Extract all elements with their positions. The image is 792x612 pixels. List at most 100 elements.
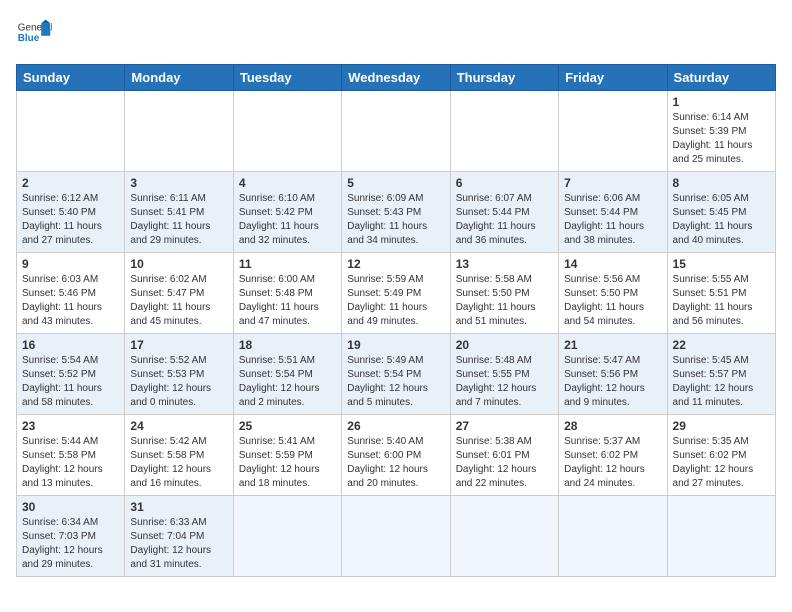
day-info: Sunrise: 5:56 AM Sunset: 5:50 PM Dayligh… [564, 273, 661, 329]
day-number: 19 [347, 338, 444, 352]
calendar-table: SundayMondayTuesdayWednesdayThursdayFrid… [16, 64, 776, 577]
calendar-cell [559, 91, 667, 172]
day-number: 23 [22, 419, 119, 433]
calendar-week-row: 23 Sunrise: 5:44 AM Sunset: 5:58 PM Dayli… [17, 415, 776, 496]
day-number: 6 [456, 176, 553, 190]
day-info: Sunrise: 5:51 AM Sunset: 5:54 PM Dayligh… [239, 354, 336, 410]
day-info: Sunrise: 5:38 AM Sunset: 6:01 PM Dayligh… [456, 435, 553, 491]
day-number: 15 [673, 257, 770, 271]
day-info: Sunrise: 5:48 AM Sunset: 5:55 PM Dayligh… [456, 354, 553, 410]
calendar-cell: 18 Sunrise: 5:51 AM Sunset: 5:54 PM Dayli… [233, 334, 341, 415]
day-number: 9 [22, 257, 119, 271]
calendar-cell: 14 Sunrise: 5:56 AM Sunset: 5:50 PM Dayli… [559, 253, 667, 334]
day-number: 4 [239, 176, 336, 190]
calendar-cell: 20Sunrise: 5:48 AM Sunset: 5:55 PM Dayli… [450, 334, 558, 415]
day-info: Sunrise: 5:42 AM Sunset: 5:58 PM Dayligh… [130, 435, 227, 491]
day-info: Sunrise: 6:33 AM Sunset: 7:04 PM Dayligh… [130, 516, 227, 572]
calendar-cell: 27 Sunrise: 5:38 AM Sunset: 6:01 PM Dayli… [450, 415, 558, 496]
day-number: 12 [347, 257, 444, 271]
day-info: Sunrise: 5:52 AM Sunset: 5:53 PM Dayligh… [130, 354, 227, 410]
day-number: 27 [456, 419, 553, 433]
day-number: 17 [130, 338, 227, 352]
calendar-week-row: 2 Sunrise: 6:12 AM Sunset: 5:40 PM Daylig… [17, 172, 776, 253]
calendar-cell: 13Sunrise: 5:58 AM Sunset: 5:50 PM Dayli… [450, 253, 558, 334]
calendar-week-row: 9 Sunrise: 6:03 AM Sunset: 5:46 PM Daylig… [17, 253, 776, 334]
header: General Blue [16, 16, 776, 52]
calendar-cell [450, 496, 558, 577]
day-info: Sunrise: 5:44 AM Sunset: 5:58 PM Dayligh… [22, 435, 119, 491]
day-info: Sunrise: 6:09 AM Sunset: 5:43 PM Dayligh… [347, 192, 444, 248]
day-info: Sunrise: 5:41 AM Sunset: 5:59 PM Dayligh… [239, 435, 336, 491]
weekday-header-thursday: Thursday [450, 65, 558, 91]
day-info: Sunrise: 6:05 AM Sunset: 5:45 PM Dayligh… [673, 192, 770, 248]
day-number: 28 [564, 419, 661, 433]
calendar-cell: 28 Sunrise: 5:37 AM Sunset: 6:02 PM Dayli… [559, 415, 667, 496]
calendar-cell: 3Sunrise: 6:11 AM Sunset: 5:41 PM Daylig… [125, 172, 233, 253]
day-number: 3 [130, 176, 227, 190]
day-info: Sunrise: 5:37 AM Sunset: 6:02 PM Dayligh… [564, 435, 661, 491]
day-info: Sunrise: 5:47 AM Sunset: 5:56 PM Dayligh… [564, 354, 661, 410]
weekday-header-tuesday: Tuesday [233, 65, 341, 91]
day-number: 8 [673, 176, 770, 190]
day-number: 24 [130, 419, 227, 433]
day-number: 29 [673, 419, 770, 433]
day-info: Sunrise: 5:45 AM Sunset: 5:57 PM Dayligh… [673, 354, 770, 410]
calendar-cell: 6Sunrise: 6:07 AM Sunset: 5:44 PM Daylig… [450, 172, 558, 253]
weekday-header-monday: Monday [125, 65, 233, 91]
weekday-header-saturday: Saturday [667, 65, 775, 91]
day-info: Sunrise: 5:54 AM Sunset: 5:52 PM Dayligh… [22, 354, 119, 410]
day-info: Sunrise: 5:35 AM Sunset: 6:02 PM Dayligh… [673, 435, 770, 491]
day-info: Sunrise: 6:14 AM Sunset: 5:39 PM Dayligh… [673, 111, 770, 167]
day-info: Sunrise: 6:03 AM Sunset: 5:46 PM Dayligh… [22, 273, 119, 329]
calendar-cell: 12 Sunrise: 5:59 AM Sunset: 5:49 PM Dayli… [342, 253, 450, 334]
weekday-header-friday: Friday [559, 65, 667, 91]
calendar-cell: 1Sunrise: 6:14 AM Sunset: 5:39 PM Daylig… [667, 91, 775, 172]
weekday-header-sunday: Sunday [17, 65, 125, 91]
day-info: Sunrise: 5:59 AM Sunset: 5:49 PM Dayligh… [347, 273, 444, 329]
day-info: Sunrise: 5:55 AM Sunset: 5:51 PM Dayligh… [673, 273, 770, 329]
calendar-cell: 7 Sunrise: 6:06 AM Sunset: 5:44 PM Daylig… [559, 172, 667, 253]
day-number: 18 [239, 338, 336, 352]
day-number: 26 [347, 419, 444, 433]
day-info: Sunrise: 5:40 AM Sunset: 6:00 PM Dayligh… [347, 435, 444, 491]
calendar-cell: 24 Sunrise: 5:42 AM Sunset: 5:58 PM Dayli… [125, 415, 233, 496]
calendar-week-row: 1Sunrise: 6:14 AM Sunset: 5:39 PM Daylig… [17, 91, 776, 172]
calendar-cell [342, 496, 450, 577]
calendar-cell: 21 Sunrise: 5:47 AM Sunset: 5:56 PM Dayli… [559, 334, 667, 415]
day-number: 13 [456, 257, 553, 271]
calendar-cell [450, 91, 558, 172]
calendar-cell: 4 Sunrise: 6:10 AM Sunset: 5:42 PM Daylig… [233, 172, 341, 253]
day-number: 22 [673, 338, 770, 352]
calendar-cell [667, 496, 775, 577]
calendar-cell: 10Sunrise: 6:02 AM Sunset: 5:47 PM Dayli… [125, 253, 233, 334]
day-number: 31 [130, 500, 227, 514]
day-number: 30 [22, 500, 119, 514]
calendar-cell: 22 Sunrise: 5:45 AM Sunset: 5:57 PM Dayli… [667, 334, 775, 415]
weekday-header-row: SundayMondayTuesdayWednesdayThursdayFrid… [17, 65, 776, 91]
calendar-cell: 29 Sunrise: 5:35 AM Sunset: 6:02 PM Dayli… [667, 415, 775, 496]
calendar-cell: 17 Sunrise: 5:52 AM Sunset: 5:53 PM Dayli… [125, 334, 233, 415]
calendar-cell: 26 Sunrise: 5:40 AM Sunset: 6:00 PM Dayli… [342, 415, 450, 496]
calendar-cell [17, 91, 125, 172]
day-number: 5 [347, 176, 444, 190]
calendar-cell [233, 91, 341, 172]
calendar-cell: 31 Sunrise: 6:33 AM Sunset: 7:04 PM Dayli… [125, 496, 233, 577]
generalblue-logo-icon: General Blue [16, 16, 52, 52]
day-number: 14 [564, 257, 661, 271]
calendar-cell: 8 Sunrise: 6:05 AM Sunset: 5:45 PM Daylig… [667, 172, 775, 253]
day-info: Sunrise: 6:06 AM Sunset: 5:44 PM Dayligh… [564, 192, 661, 248]
svg-text:Blue: Blue [18, 33, 40, 44]
day-info: Sunrise: 6:12 AM Sunset: 5:40 PM Dayligh… [22, 192, 119, 248]
day-info: Sunrise: 6:10 AM Sunset: 5:42 PM Dayligh… [239, 192, 336, 248]
calendar-cell [125, 91, 233, 172]
calendar-cell [342, 91, 450, 172]
calendar-cell: 16Sunrise: 5:54 AM Sunset: 5:52 PM Dayli… [17, 334, 125, 415]
day-number: 7 [564, 176, 661, 190]
day-info: Sunrise: 5:49 AM Sunset: 5:54 PM Dayligh… [347, 354, 444, 410]
day-info: Sunrise: 6:02 AM Sunset: 5:47 PM Dayligh… [130, 273, 227, 329]
day-number: 2 [22, 176, 119, 190]
day-info: Sunrise: 6:00 AM Sunset: 5:48 PM Dayligh… [239, 273, 336, 329]
day-number: 21 [564, 338, 661, 352]
calendar-cell: 30Sunrise: 6:34 AM Sunset: 7:03 PM Dayli… [17, 496, 125, 577]
calendar-week-row: 30Sunrise: 6:34 AM Sunset: 7:03 PM Dayli… [17, 496, 776, 577]
